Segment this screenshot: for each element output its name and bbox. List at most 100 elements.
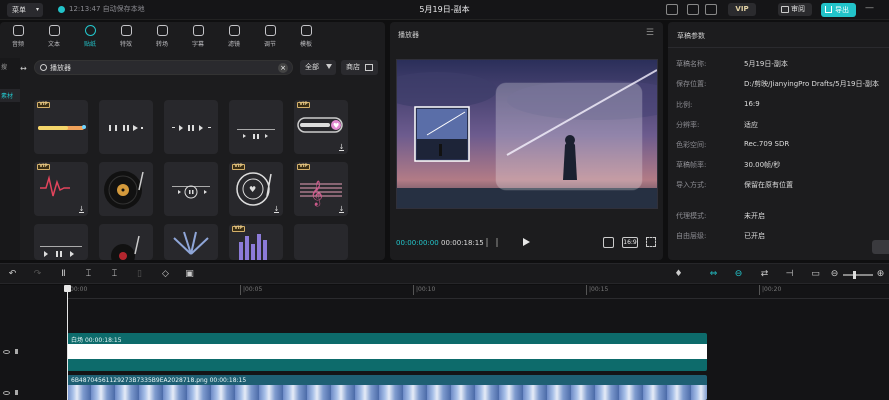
review-icon xyxy=(781,6,789,13)
filter-label: 全部 xyxy=(305,63,319,71)
sticker-item[interactable]: VIP ↓ xyxy=(34,162,88,216)
zoom-slider-handle[interactable] xyxy=(853,271,856,279)
sticker-item[interactable] xyxy=(34,224,88,260)
sticker-item[interactable] xyxy=(164,100,218,154)
sticker-item[interactable]: VIP 𝄞 ↓ xyxy=(294,162,348,216)
tab-label: 调节 xyxy=(263,41,276,48)
eye-icon[interactable] xyxy=(3,391,10,395)
tab-text[interactable]: 文本 xyxy=(36,22,72,49)
sticker-item[interactable] xyxy=(294,224,348,260)
audio-wave-icon[interactable] xyxy=(486,238,498,247)
param-key: 色彩空间: xyxy=(676,141,707,149)
store-button[interactable]: 商店 xyxy=(341,60,378,75)
param-value: 适应 xyxy=(744,121,758,129)
trim-left-icon[interactable]: ⌶ xyxy=(84,269,93,279)
undo-icon[interactable]: ↶ xyxy=(8,269,17,279)
vip-badge: VIP xyxy=(37,164,50,170)
speaker-icon[interactable] xyxy=(15,349,20,354)
sidebar-item-search[interactable]: 搜 xyxy=(0,60,20,73)
param-value: 已开启 xyxy=(744,232,765,240)
menu-icon[interactable]: ☰ xyxy=(646,28,654,38)
search-input[interactable] xyxy=(50,61,270,75)
text-clip[interactable]: 白场 00:00:18:15 xyxy=(67,333,707,371)
expand-arrows-icon[interactable]: ↔ xyxy=(20,64,27,73)
filter-icon xyxy=(326,64,332,69)
caption-icon[interactable]: ▭ xyxy=(811,269,820,279)
export-button[interactable]: 导出 xyxy=(821,3,856,17)
sticker-item[interactable] xyxy=(164,224,218,260)
sticker-audio-player-graphic xyxy=(237,129,275,139)
filter-dropdown[interactable]: 全部 xyxy=(300,60,336,75)
split-icon[interactable]: Ⅱ xyxy=(59,269,68,279)
fullscreen-icon[interactable] xyxy=(646,237,656,247)
search-icon xyxy=(40,64,47,71)
play-button[interactable] xyxy=(523,238,530,246)
tab-subtitle[interactable]: 字幕 xyxy=(180,22,216,49)
sticker-item[interactable]: VIP xyxy=(229,224,283,260)
zoom-slider[interactable] xyxy=(843,271,873,279)
sticker-item[interactable] xyxy=(99,100,153,154)
param-key: 导入方式: xyxy=(676,181,707,189)
tab-effects[interactable]: 特效 xyxy=(108,22,144,49)
param-key: 自由层级: xyxy=(676,232,707,240)
vip-button[interactable]: VIP xyxy=(728,3,756,16)
zoom-in-icon[interactable]: ⊕ xyxy=(876,269,885,279)
preview-axis-icon[interactable]: ⇄ xyxy=(760,269,769,279)
param-key: 比例: xyxy=(676,101,693,109)
speaker-icon[interactable] xyxy=(15,390,20,395)
sticker-player-controls-graphic xyxy=(109,125,143,131)
export-label: 导出 xyxy=(835,6,849,14)
player-panel: 播放器 ☰ 00:00:00:00 00:00:18:15 16:9 xyxy=(390,22,663,260)
download-icon[interactable]: ↓ xyxy=(273,205,280,213)
clear-search-icon[interactable]: × xyxy=(278,63,288,73)
sticker-item[interactable] xyxy=(164,162,218,216)
image-clip[interactable]: 6B48704561129273B7335B9EA2028718.png 00:… xyxy=(67,375,707,400)
current-time: 00:00:00:00 xyxy=(396,239,439,247)
settings-icon[interactable] xyxy=(705,4,717,15)
align-icon[interactable]: ⊣ xyxy=(785,269,794,279)
microphone-icon[interactable]: ♦ xyxy=(674,269,683,279)
screenshot-icon[interactable]: ▣ xyxy=(185,269,194,279)
tab-template[interactable]: 模板 xyxy=(288,22,324,49)
tab-audio[interactable]: 音频 xyxy=(0,22,36,49)
sticker-item[interactable] xyxy=(229,100,283,154)
sticker-item[interactable]: VIP xyxy=(34,100,88,154)
param-key: 保存位置: xyxy=(676,80,707,88)
sticker-item[interactable] xyxy=(99,162,153,216)
sticker-item[interactable]: VIP ♥ ↓ xyxy=(294,100,348,154)
tab-transition[interactable]: 转场 xyxy=(144,22,180,49)
param-value: D:/剪映/JianyingPro Drafts/5月19日-副本 xyxy=(744,80,880,88)
media-panel: 音频 文本 贴纸 特效 转场 字幕 滤镜 调节 模板 搜 素材 ↔ × 全部 商… xyxy=(0,22,385,260)
aspect-ratio-button[interactable]: 16:9 xyxy=(622,237,638,248)
sidebar-item-material[interactable]: 素材 xyxy=(0,89,20,102)
sticker-item[interactable] xyxy=(99,224,153,260)
review-button[interactable]: 审阅 xyxy=(778,3,812,16)
video-preview[interactable] xyxy=(396,59,658,209)
sticker-turntable-graphic xyxy=(111,235,140,260)
download-icon[interactable]: ↓ xyxy=(78,205,85,213)
sticker-item[interactable]: VIP ♥ ↓ xyxy=(229,162,283,216)
tab-sticker[interactable]: 贴纸 xyxy=(72,22,108,49)
text-icon xyxy=(49,25,60,36)
snap-main-track-icon[interactable]: ⇔ xyxy=(709,269,718,279)
window-controls[interactable]: — xyxy=(865,3,874,13)
layout-icon[interactable] xyxy=(687,4,699,15)
playhead[interactable] xyxy=(64,285,71,400)
modify-button[interactable] xyxy=(872,240,889,254)
param-value: Rec.709 SDR xyxy=(744,140,790,148)
download-icon[interactable]: ↓ xyxy=(338,205,345,213)
delete-icon[interactable]: ▯ xyxy=(135,269,144,279)
tab-adjust[interactable]: 调节 xyxy=(252,22,288,49)
download-icon[interactable]: ↓ xyxy=(338,143,345,151)
time-ruler[interactable]: 00:00 |00:05 |00:10 |00:15 |00:20 xyxy=(67,285,889,299)
redo-icon[interactable]: ↷ xyxy=(33,269,42,279)
shield-icon[interactable]: ◇ xyxy=(161,269,170,279)
eye-icon[interactable] xyxy=(3,350,10,354)
link-icon[interactable]: ⊖ xyxy=(734,269,743,279)
sticker-player-bar-graphic xyxy=(172,125,211,131)
tab-filter[interactable]: 滤镜 xyxy=(216,22,252,49)
zoom-out-icon[interactable]: ⊖ xyxy=(830,269,839,279)
trim-right-icon[interactable]: ⌶ xyxy=(110,269,119,279)
shortcut-icon[interactable] xyxy=(666,4,678,15)
scan-icon[interactable] xyxy=(603,237,614,248)
